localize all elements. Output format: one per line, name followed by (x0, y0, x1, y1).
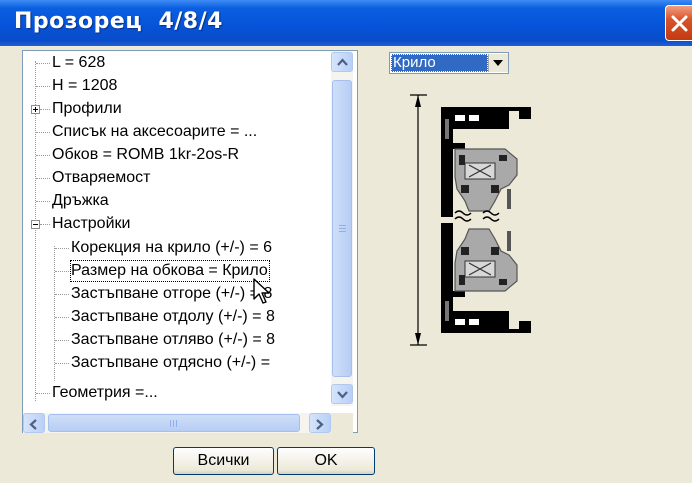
tree-item-accessories-list[interactable]: Списък на аксесоарите = ... (52, 122, 257, 142)
tree-line (40, 109, 50, 110)
scroll-right-button[interactable] (309, 413, 331, 433)
window-title: Прозорец 4/8/4 (14, 9, 223, 34)
mouse-cursor-icon (253, 278, 271, 310)
scrollbar-corner (331, 413, 353, 433)
close-button[interactable] (665, 5, 692, 41)
tree-horizontal-scrollbar[interactable] (23, 413, 331, 433)
scroll-grip (339, 231, 346, 232)
window: Прозорец 4/8/4 L = 628 H = 1208 Профили … (0, 0, 692, 483)
tree-line (55, 271, 69, 272)
tree-item-hardware[interactable]: Обков = ROMB 1kr-2os-R (52, 145, 239, 165)
tree-line (55, 340, 69, 341)
scroll-grip (170, 420, 171, 427)
tree-item-opening[interactable]: Отваряемост (52, 168, 151, 188)
ok-button[interactable]: OK (277, 447, 375, 475)
part-select-dropdown[interactable]: Крило (389, 52, 509, 74)
tree-item-height[interactable]: H = 1208 (52, 76, 117, 96)
tree-item-sash-correction[interactable]: Корекция на крило (+/-) = 6 (71, 238, 272, 258)
tree-item-overlap-top[interactable]: Застъпване отгоре (+/-) = 8 (71, 284, 272, 304)
tree-item-settings[interactable]: Настройки (52, 214, 130, 234)
tree-item-geometry[interactable]: Геометрия =... (52, 383, 158, 403)
tree-line (36, 132, 50, 133)
scroll-grip (339, 228, 346, 229)
expand-icon[interactable] (31, 105, 40, 114)
part-select-value: Крило (391, 54, 488, 72)
tree-item-overlap-left[interactable]: Застъпване отляво (+/-) = 8 (71, 330, 275, 350)
tree-line (36, 63, 50, 64)
title-bar[interactable]: Прозорец 4/8/4 (0, 0, 692, 46)
tree-line (54, 246, 55, 381)
tree-line (55, 363, 69, 364)
scroll-grip (173, 420, 174, 427)
scroll-grip (339, 225, 346, 226)
tree-line (55, 248, 69, 249)
tree-line (36, 201, 50, 202)
vertical-scroll-thumb[interactable] (332, 80, 352, 377)
all-button[interactable]: Всички (173, 447, 274, 475)
tree-vertical-scrollbar[interactable] (331, 51, 353, 406)
collapse-icon[interactable] (31, 220, 40, 229)
scroll-grip (176, 420, 177, 427)
tree-item-overlap-bottom[interactable]: Застъпване отдолу (+/-) = 8 (71, 307, 275, 327)
tree-line (55, 294, 69, 295)
scroll-down-button[interactable] (331, 384, 353, 404)
tree-line (55, 317, 69, 318)
tree-item-length[interactable]: L = 628 (52, 53, 105, 73)
tree-line (36, 178, 50, 179)
tree-line (36, 393, 50, 394)
tree-item-handle[interactable]: Дръжка (52, 191, 109, 211)
tree-item-hardware-size[interactable]: Размер на обкова = Крило (70, 260, 270, 282)
tree-line (36, 155, 50, 156)
tree-item-profiles[interactable]: Профили (52, 99, 122, 119)
tree-item-overlap-right[interactable]: Застъпване отдясно (+/-) = (71, 353, 270, 373)
tree-line (36, 86, 50, 87)
tree-line (40, 224, 50, 225)
properties-tree[interactable]: L = 628 H = 1208 Профили Списък на аксес… (22, 50, 358, 433)
sash-profile-drawing (410, 94, 531, 346)
dropdown-button[interactable] (488, 54, 508, 72)
horizontal-scroll-thumb[interactable] (48, 414, 300, 432)
scroll-left-button[interactable] (23, 413, 45, 433)
scroll-up-button[interactable] (331, 52, 353, 72)
